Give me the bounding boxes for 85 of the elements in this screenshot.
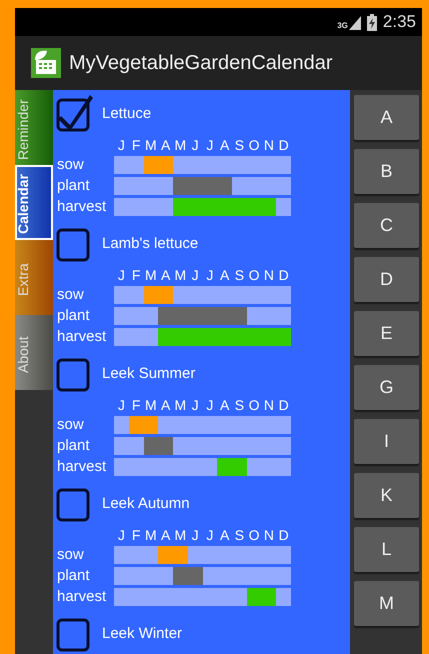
index-button[interactable]: D: [354, 257, 419, 302]
row-label: sow: [57, 416, 85, 434]
index-button[interactable]: C: [354, 203, 419, 248]
month-label: D: [278, 527, 290, 543]
signal-icon: [348, 16, 361, 30]
month-label: J: [116, 267, 126, 283]
side-tab[interactable]: About: [15, 315, 53, 390]
month-label: O: [248, 527, 261, 543]
month-label: A: [218, 137, 230, 153]
clock-time: 2:35: [382, 12, 416, 32]
month-label: M: [144, 527, 158, 543]
month-label: A: [218, 527, 230, 543]
month-label: F: [130, 137, 142, 153]
row-label: plant: [57, 177, 91, 195]
checkbox[interactable]: [56, 94, 94, 132]
index-button[interactable]: K: [354, 473, 419, 518]
row-label: plant: [57, 567, 91, 585]
month-label: J: [116, 527, 126, 543]
index-button[interactable]: E: [354, 311, 419, 356]
month-label: J: [205, 527, 214, 543]
month-label: J: [190, 397, 200, 413]
month-label: F: [130, 397, 142, 413]
month-label: O: [248, 267, 261, 283]
month-label: N: [262, 137, 275, 153]
month-label: A: [160, 137, 172, 153]
row-label: sow: [57, 546, 85, 564]
row-label: plant: [57, 437, 91, 455]
month-label: J: [116, 137, 126, 153]
month-label: D: [278, 267, 290, 283]
crop-name: Lettuce: [102, 105, 152, 122]
month-label: M: [174, 137, 188, 153]
month-label: O: [248, 397, 261, 413]
month-label: M: [174, 267, 188, 283]
month-label: S: [234, 397, 246, 413]
crop-name: Leek Summer: [102, 365, 196, 382]
month-label: N: [262, 527, 275, 543]
side-tab[interactable]: Calendar: [15, 165, 53, 240]
row-label: plant: [57, 307, 91, 325]
index-button[interactable]: I: [354, 419, 419, 464]
side-tab[interactable]: Reminder: [15, 90, 53, 165]
network-type: 3G: [337, 20, 348, 30]
month-label: S: [234, 137, 246, 153]
month-label: J: [116, 397, 126, 413]
month-label: J: [190, 137, 200, 153]
app-logo-icon: [31, 48, 61, 78]
row-label: sow: [57, 286, 85, 304]
row-label: harvest: [57, 328, 108, 346]
battery-icon: [366, 14, 377, 30]
month-label: A: [218, 267, 230, 283]
index-button[interactable]: L: [354, 527, 419, 572]
crop-name: Leek Winter: [102, 625, 182, 642]
month-label: M: [174, 397, 188, 413]
month-label: A: [160, 267, 172, 283]
index-button[interactable]: B: [354, 149, 419, 194]
month-label: S: [234, 527, 246, 543]
crop-name: Leek Autumn: [102, 495, 190, 512]
month-label: S: [234, 267, 246, 283]
month-label: D: [278, 397, 290, 413]
month-label: M: [174, 527, 188, 543]
month-label: A: [218, 397, 230, 413]
month-label: D: [278, 137, 290, 153]
row-label: sow: [57, 156, 85, 174]
month-label: N: [262, 267, 275, 283]
month-label: F: [130, 267, 142, 283]
month-label: J: [190, 527, 200, 543]
month-label: F: [130, 527, 142, 543]
row-label: harvest: [57, 588, 108, 606]
month-label: J: [205, 397, 214, 413]
month-label: J: [205, 137, 214, 153]
crop-name: Lamb's lettuce: [102, 235, 198, 252]
month-label: A: [160, 527, 172, 543]
app-title: MyVegetableGardenCalendar: [69, 52, 333, 74]
month-label: O: [248, 137, 261, 153]
row-label: harvest: [57, 198, 108, 216]
index-button[interactable]: G: [354, 365, 419, 410]
month-label: N: [262, 397, 275, 413]
index-button[interactable]: A: [354, 95, 419, 140]
month-label: M: [144, 397, 158, 413]
month-label: M: [144, 267, 158, 283]
month-label: J: [190, 267, 200, 283]
month-label: A: [160, 397, 172, 413]
month-label: J: [205, 267, 214, 283]
month-label: M: [144, 137, 158, 153]
row-label: harvest: [57, 458, 108, 476]
index-button[interactable]: M: [354, 581, 419, 626]
